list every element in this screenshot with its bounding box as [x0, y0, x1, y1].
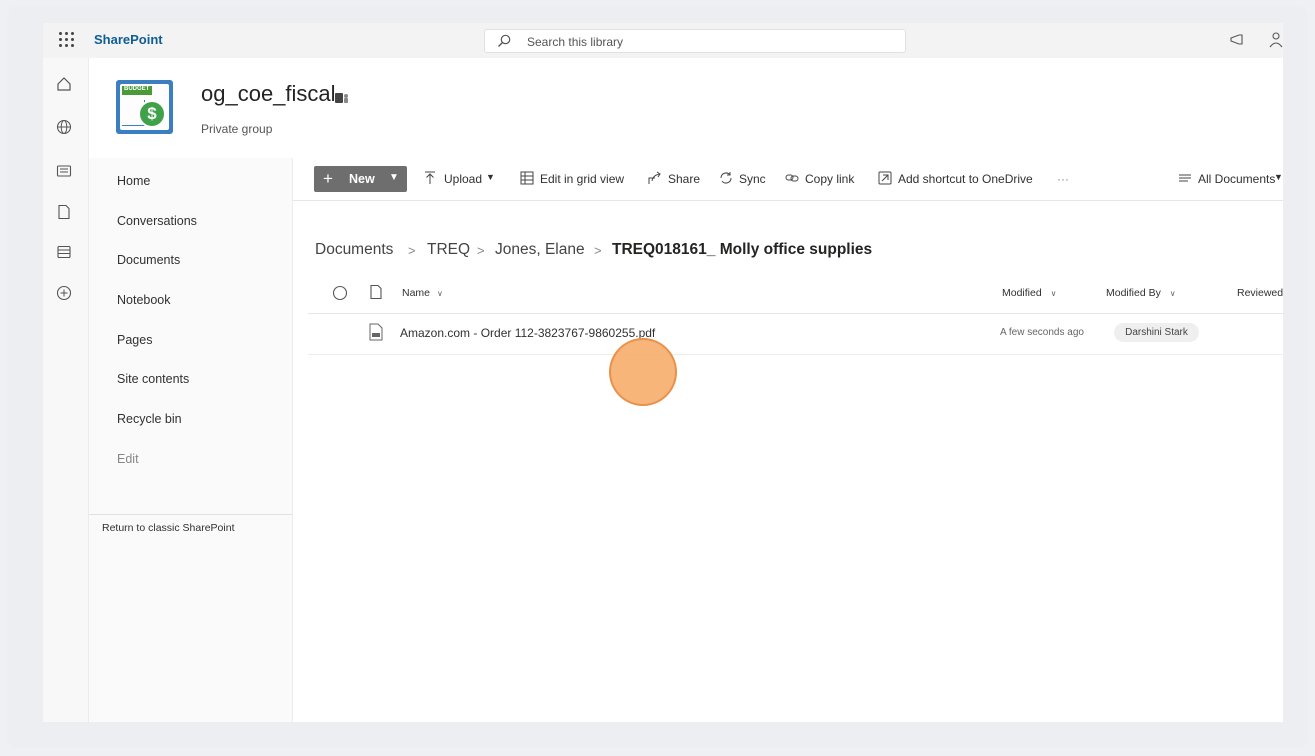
news-icon[interactable]	[56, 163, 72, 179]
nav-item-site-contents[interactable]: Site contents	[117, 372, 189, 386]
breadcrumb-treq[interactable]: TREQ	[427, 241, 470, 259]
megaphone-icon[interactable]	[1229, 32, 1245, 48]
dollar-badge-icon: $	[138, 100, 166, 128]
file-icon[interactable]	[56, 204, 72, 220]
nav-item-pages[interactable]: Pages	[117, 333, 152, 347]
chevron-down-icon: ▼	[486, 172, 495, 182]
filter-lines-icon	[1179, 174, 1191, 182]
edit-grid-view-label: Edit in grid view	[540, 172, 625, 186]
column-header-name[interactable]: Name ∨	[402, 287, 443, 299]
chevron-down-icon: ▼	[1274, 172, 1283, 182]
search-box[interactable]	[484, 29, 906, 53]
file-type-icon[interactable]	[369, 284, 383, 300]
list-icon[interactable]	[56, 244, 72, 260]
return-to-classic-link[interactable]: Return to classic SharePoint	[102, 522, 234, 534]
add-icon[interactable]	[56, 285, 72, 301]
nav-divider	[89, 514, 292, 515]
command-bar: + New ▼ Upload ▼ Edit in grid view Share…	[293, 158, 1283, 201]
breadcrumb-separator: >	[594, 243, 602, 258]
click-highlight	[609, 338, 677, 406]
more-options-icon[interactable]: ···	[1057, 172, 1069, 186]
breadcrumb-current-folder: TREQ018161_ Molly office supplies	[612, 241, 873, 258]
share-icon	[648, 171, 661, 184]
dollar-sign: $	[147, 104, 157, 123]
site-logo-text: BUDGET	[124, 86, 150, 92]
shortcut-icon	[878, 171, 892, 185]
new-button[interactable]: + New ▼	[314, 166, 407, 192]
site-title[interactable]: og_coe_fiscal	[201, 81, 336, 107]
empty-list-area	[293, 355, 1283, 722]
nav-edit-link[interactable]: Edit	[117, 452, 139, 466]
breadcrumb-documents[interactable]: Documents	[315, 241, 393, 259]
chevron-down-icon: ∨	[1050, 289, 1057, 298]
app-name[interactable]: SharePoint	[94, 32, 163, 47]
pdf-file-icon	[369, 323, 383, 341]
plus-icon: +	[323, 169, 333, 188]
new-button-label: New	[349, 172, 375, 186]
sync-icon	[720, 172, 732, 184]
nav-item-documents[interactable]: Documents	[117, 253, 180, 267]
nav-item-conversations[interactable]: Conversations	[117, 214, 197, 228]
app-rail	[43, 58, 89, 722]
view-selector-label: All Documents	[1198, 172, 1276, 186]
breadcrumb-jones-elane[interactable]: Jones, Elane	[495, 241, 585, 259]
breadcrumb-separator: >	[408, 243, 416, 258]
column-name-label: Name	[402, 287, 431, 299]
site-logo[interactable]: BUDGET $	[116, 80, 173, 134]
home-icon[interactable]	[56, 76, 72, 92]
site-subtitle: Private group	[201, 122, 273, 136]
search-icon	[498, 34, 511, 47]
copy-link-label: Copy link	[805, 172, 855, 186]
nav-item-recycle-bin[interactable]: Recycle bin	[117, 412, 182, 426]
nav-item-home[interactable]: Home	[117, 174, 150, 188]
column-header-modified[interactable]: Modified ∨	[1002, 287, 1056, 299]
list-header: Name ∨ Modified ∨ Modified By ∨ Reviewed	[308, 277, 1283, 314]
column-modified-by-label: Modified By	[1106, 287, 1161, 299]
search-input[interactable]	[525, 33, 889, 51]
app-launcher-icon[interactable]	[59, 32, 75, 48]
left-nav: Home Conversations Documents Notebook Pa…	[89, 158, 293, 722]
globe-icon[interactable]	[56, 119, 72, 135]
site-header: BUDGET $ og_coe_fiscal Private group	[89, 58, 1283, 158]
upload-label: Upload	[444, 172, 483, 186]
link-icon	[785, 174, 799, 182]
column-header-reviewed[interactable]: Reviewed	[1237, 287, 1283, 299]
modified-by-person[interactable]: Darshini Stark	[1114, 323, 1199, 342]
add-shortcut-label: Add shortcut to OneDrive	[898, 172, 1033, 186]
chevron-down-icon: ∨	[1169, 289, 1176, 298]
column-header-modified-by[interactable]: Modified By ∨	[1106, 287, 1176, 299]
person-icon[interactable]	[1269, 32, 1283, 48]
column-modified-label: Modified	[1002, 287, 1042, 299]
grid-icon	[520, 171, 534, 185]
breadcrumb-separator: >	[477, 243, 485, 258]
nav-item-notebook[interactable]: Notebook	[117, 293, 171, 307]
teams-icon[interactable]	[335, 92, 349, 104]
share-label: Share	[668, 172, 701, 186]
suite-bar: SharePoint	[43, 23, 1283, 59]
upload-icon	[425, 171, 435, 184]
select-all-radio-icon[interactable]	[332, 285, 348, 301]
table-row[interactable]: Amazon.com - Order 112-3823767-9860255.p…	[308, 314, 1283, 355]
modified-value: A few seconds ago	[1000, 327, 1084, 338]
sync-label: Sync	[739, 172, 766, 186]
file-name-link[interactable]: Amazon.com - Order 112-3823767-9860255.p…	[400, 326, 655, 340]
chevron-down-icon: ∨	[436, 289, 443, 298]
chevron-down-icon: ▼	[389, 172, 399, 183]
